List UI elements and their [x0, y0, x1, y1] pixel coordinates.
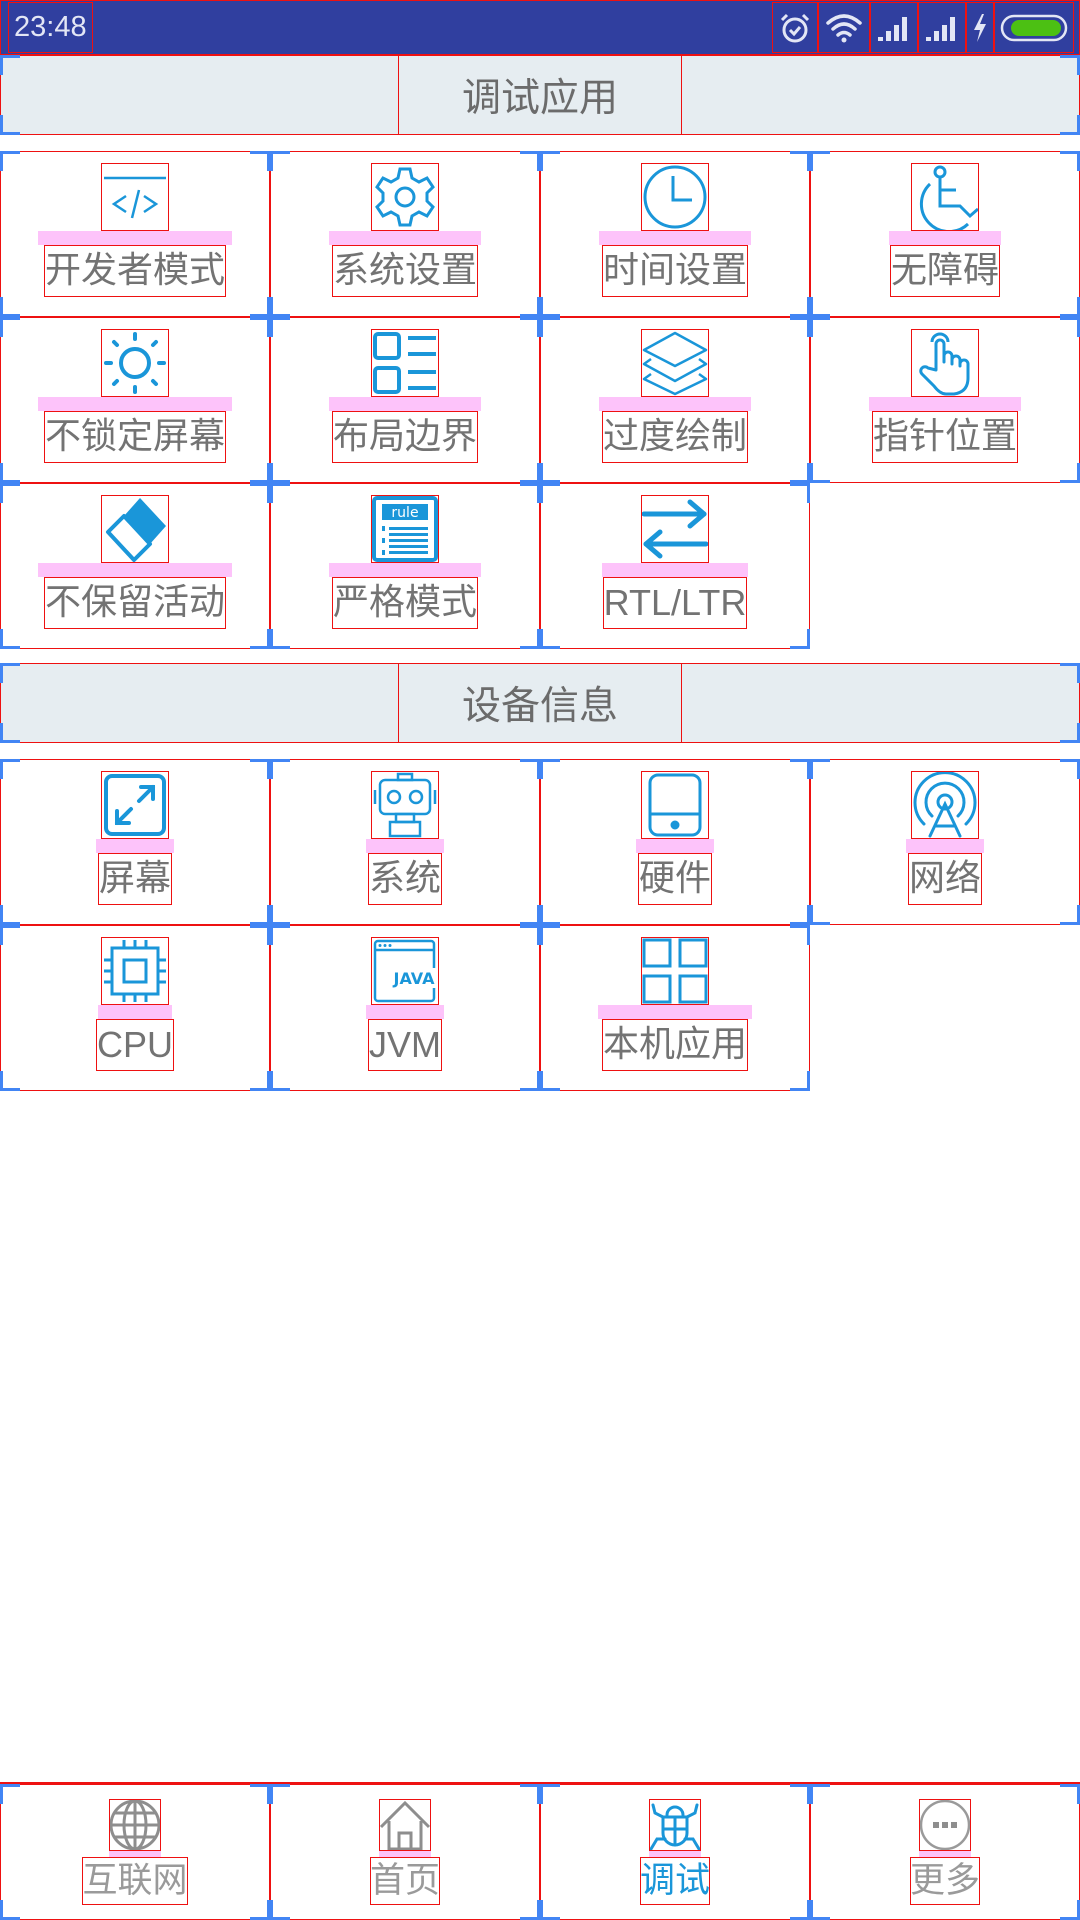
tile-cpu[interactable]: CPU	[0, 925, 270, 1091]
tile-label: 时间设置	[601, 245, 748, 297]
charging-icon	[966, 2, 994, 53]
tile-label: 系统	[367, 853, 442, 905]
tile-network[interactable]: 网络	[810, 759, 1080, 925]
tile-label: CPU	[95, 1019, 174, 1071]
status-time: 23:48	[8, 2, 93, 53]
tile-developer-mode[interactable]: 开发者模式	[0, 151, 270, 317]
status-bar: 23:48	[0, 0, 1080, 55]
tile-label: 无障碍	[889, 245, 1000, 297]
alarm-icon	[772, 2, 818, 53]
tile-dont-keep-activities[interactable]: 不保留活动	[0, 483, 270, 649]
bottom-navigation: 互联网 首页 调试 更多	[0, 1782, 1080, 1920]
cpu-chip-icon	[101, 937, 169, 1005]
tile-keep-screen-on[interactable]: 不锁定屏幕	[0, 317, 270, 483]
device-info-grid: 屏幕 系统 硬件 网络 CPU JAVA JVM 本机应用	[0, 759, 1080, 1091]
screen-expand-icon	[101, 771, 169, 839]
brightness-icon	[101, 329, 169, 397]
layers-icon	[641, 329, 709, 397]
nav-internet[interactable]: 互联网	[0, 1784, 270, 1920]
nav-more[interactable]: 更多	[810, 1784, 1080, 1920]
robot-icon	[371, 771, 439, 839]
tile-label: 网络	[907, 853, 982, 905]
tile-label: 严格模式	[331, 577, 478, 629]
tile-label: 开发者模式	[43, 245, 226, 297]
tile-label: 不锁定屏幕	[43, 411, 226, 463]
layout-list-icon	[371, 329, 439, 397]
section-header-device-info: 设备信息	[0, 663, 1080, 743]
tile-label: 屏幕	[97, 853, 172, 905]
wifi-icon	[818, 2, 870, 53]
nav-label: 互联网	[82, 1857, 188, 1905]
tile-label: 系统设置	[331, 245, 478, 297]
tile-screen[interactable]: 屏幕	[0, 759, 270, 925]
java-window-icon: JAVA	[371, 937, 439, 1005]
tile-rtl-ltr[interactable]: RTL/LTR	[540, 483, 810, 649]
accessibility-icon	[911, 163, 979, 231]
tile-system[interactable]: 系统	[270, 759, 540, 925]
eraser-icon	[101, 495, 169, 563]
system-icons	[772, 2, 1074, 53]
tile-accessibility[interactable]: 无障碍	[810, 151, 1080, 317]
code-window-icon	[101, 163, 169, 231]
swap-arrows-icon	[641, 495, 709, 563]
tile-installed-apps[interactable]: 本机应用	[540, 925, 810, 1091]
nav-label: 调试	[639, 1857, 710, 1905]
nav-debug[interactable]: 调试	[540, 1784, 810, 1920]
svg-text:rule: rule	[391, 505, 418, 521]
tile-time-settings[interactable]: 时间设置	[540, 151, 810, 317]
nav-home[interactable]: 首页	[270, 1784, 540, 1920]
clock-icon	[641, 163, 709, 231]
tile-label: 本机应用	[601, 1019, 748, 1071]
tile-label: JVM	[368, 1019, 442, 1071]
tile-jvm[interactable]: JAVA JVM	[270, 925, 540, 1091]
battery-icon	[994, 2, 1074, 53]
section-header-debug-apps: 调试应用	[0, 55, 1080, 135]
tile-label: RTL/LTR	[602, 577, 748, 629]
tile-label: 硬件	[637, 853, 712, 905]
antenna-icon	[911, 771, 979, 839]
tablet-icon	[641, 771, 709, 839]
signal-icon	[870, 2, 918, 53]
tile-label: 不保留活动	[43, 577, 226, 629]
section-title: 调试应用	[398, 55, 682, 135]
tile-pointer-location[interactable]: 指针位置	[810, 317, 1080, 483]
gear-icon	[371, 163, 439, 231]
section-title: 设备信息	[398, 663, 682, 743]
globe-icon	[109, 1799, 161, 1851]
svg-text:JAVA: JAVA	[393, 969, 436, 988]
home-icon	[379, 1799, 431, 1851]
bug-icon	[649, 1799, 701, 1851]
tile-label: 过度绘制	[601, 411, 748, 463]
signal-icon	[918, 2, 966, 53]
tile-overdraw[interactable]: 过度绘制	[540, 317, 810, 483]
app-grid-icon	[641, 937, 709, 1005]
tile-system-settings[interactable]: 系统设置	[270, 151, 540, 317]
nav-label: 首页	[369, 1857, 440, 1905]
nav-label: 更多	[909, 1857, 980, 1905]
more-icon	[919, 1799, 971, 1851]
pointer-hand-icon	[911, 329, 979, 397]
tile-strict-mode[interactable]: rule 严格模式	[270, 483, 540, 649]
tile-hardware[interactable]: 硬件	[540, 759, 810, 925]
tile-label: 指针位置	[871, 411, 1018, 463]
tile-layout-bounds[interactable]: 布局边界	[270, 317, 540, 483]
debug-apps-grid: 开发者模式 系统设置 时间设置 无障碍 不锁定屏幕 布局边界 过度绘制 指针位置…	[0, 151, 1080, 649]
tile-label: 布局边界	[331, 411, 478, 463]
rule-document-icon: rule	[371, 495, 439, 563]
